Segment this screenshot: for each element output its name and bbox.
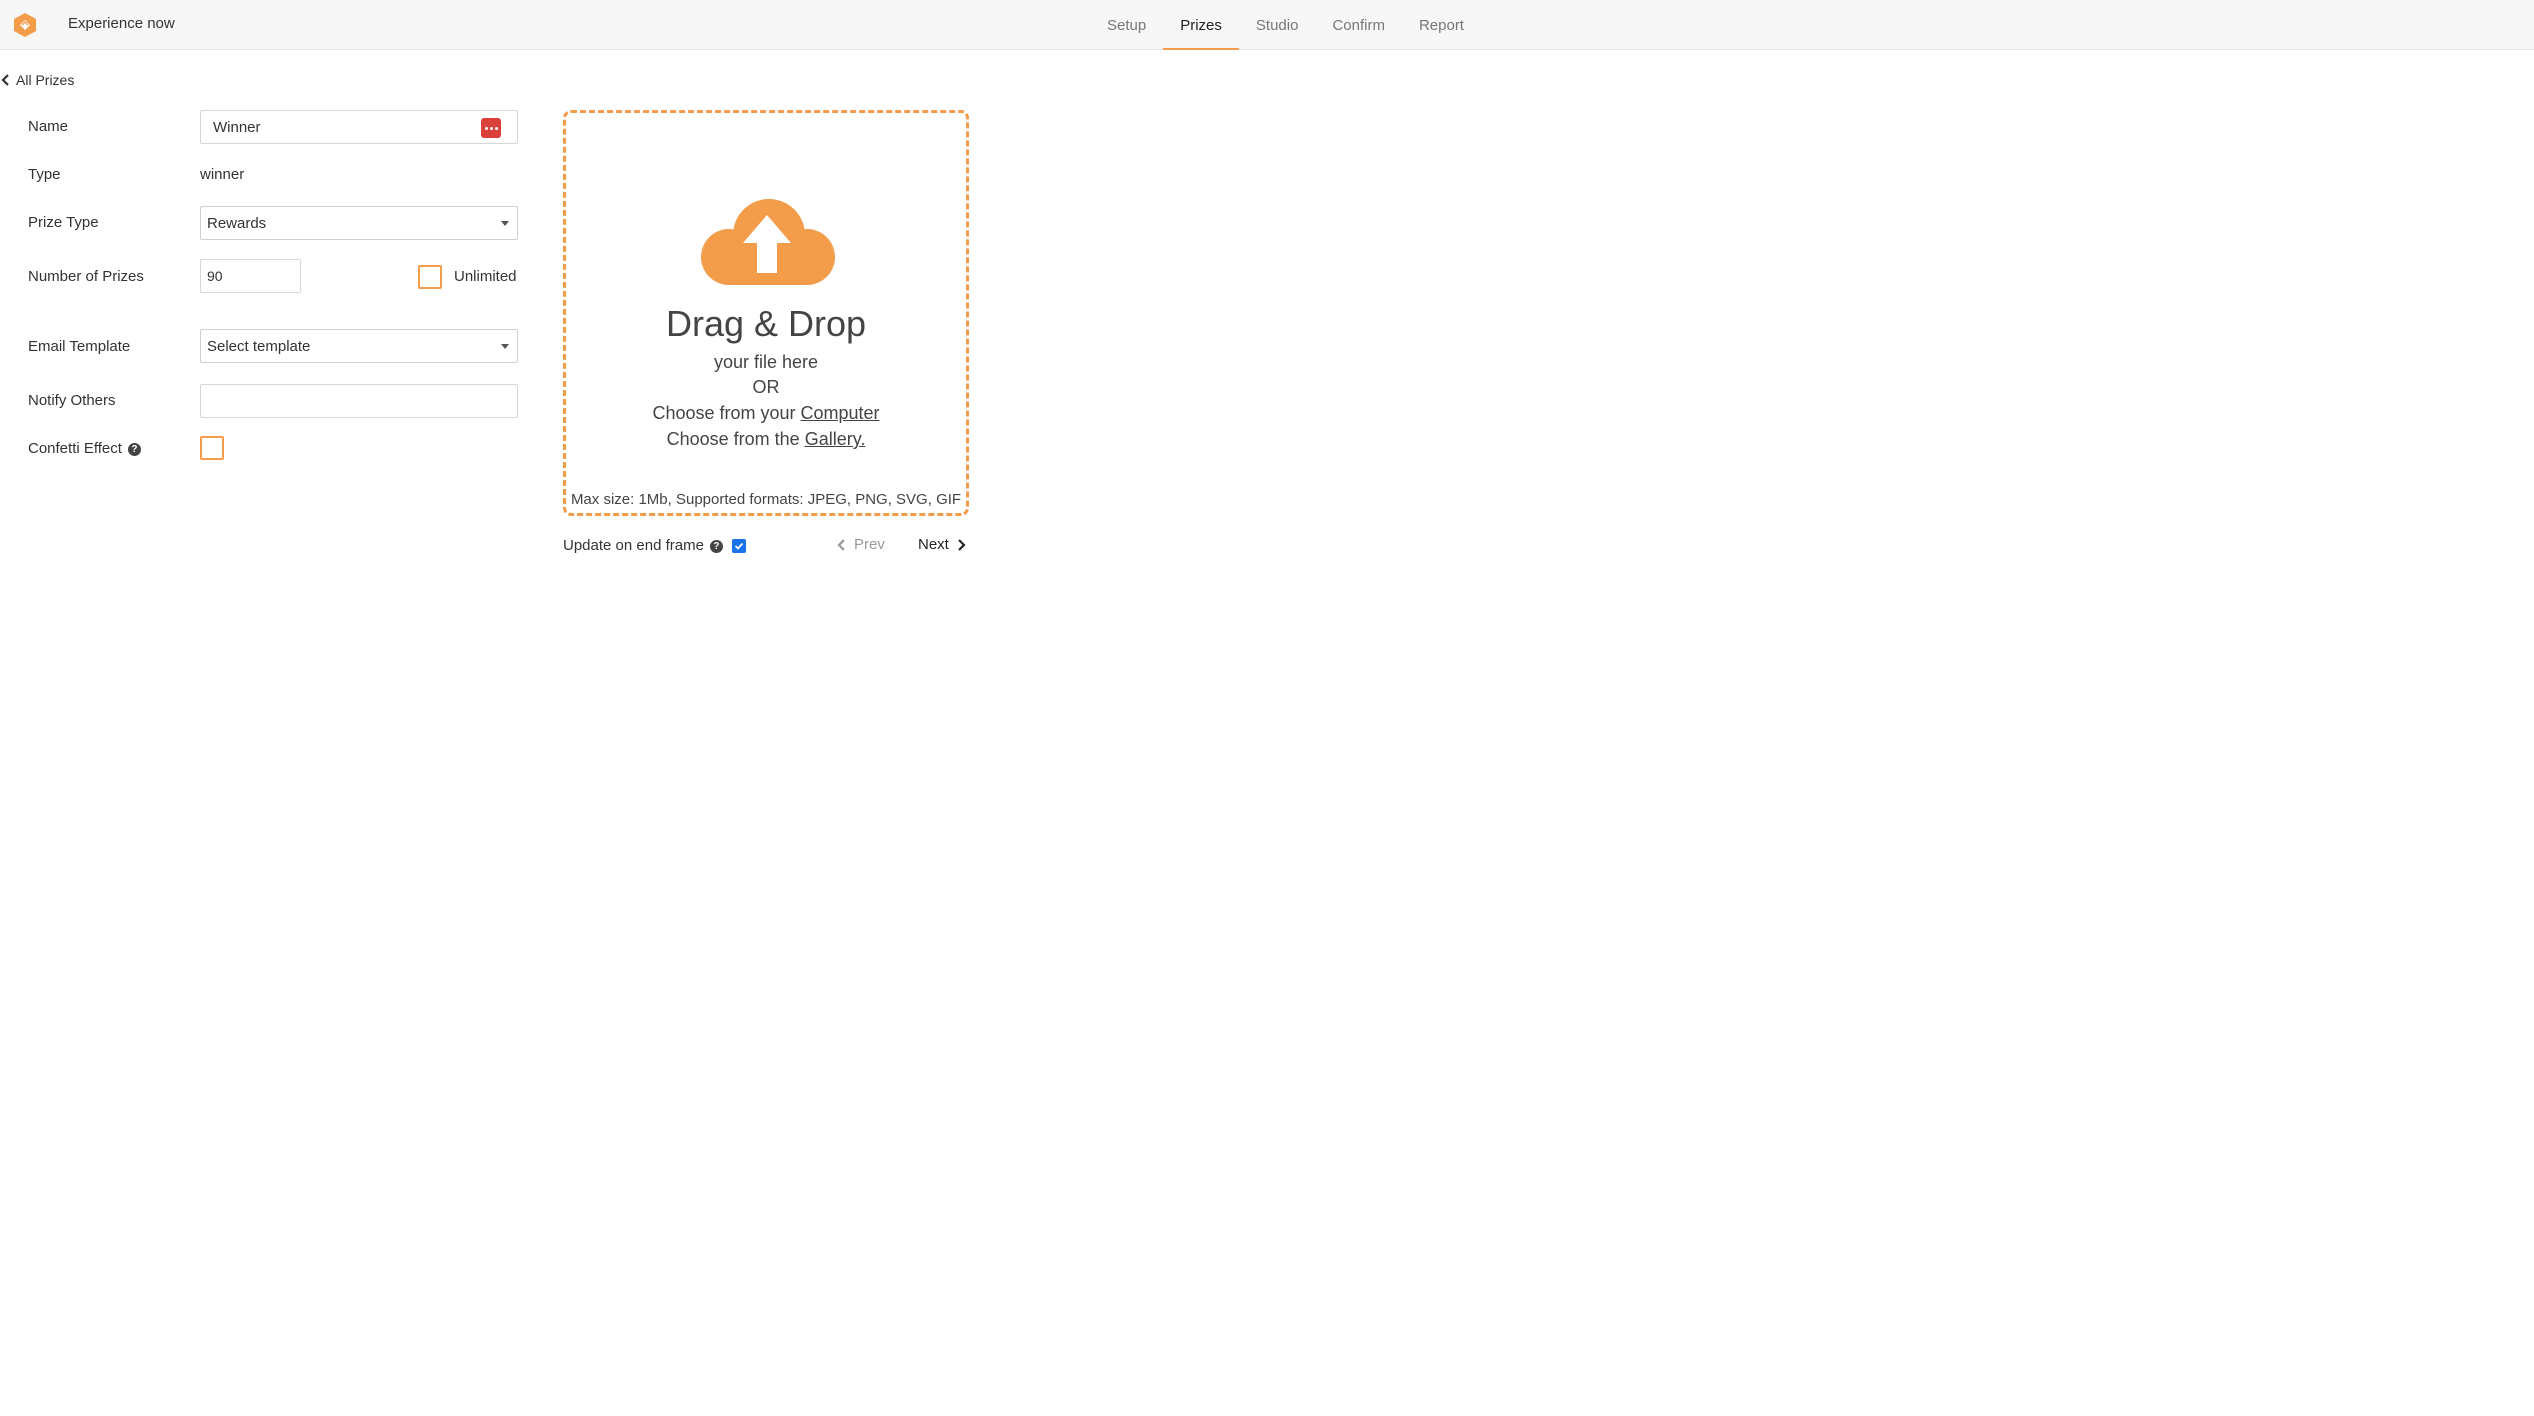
choose-computer-line: Choose from your Computer	[566, 403, 966, 424]
type-value: winner	[200, 166, 245, 183]
name-label: Name	[28, 118, 69, 135]
number-of-prizes-value: 90	[207, 268, 223, 284]
unlimited-label: Unlimited	[454, 268, 517, 285]
name-input-value: Winner	[213, 118, 261, 136]
unlimited-checkbox[interactable]	[418, 265, 442, 289]
email-template-value: Select template	[207, 337, 311, 355]
caret-down-icon	[501, 221, 509, 226]
all-prizes-link[interactable]: All Prizes	[0, 70, 74, 90]
choose-gallery-line: Choose from the Gallery.	[566, 429, 966, 450]
tab-prizes[interactable]: Prizes	[1163, 0, 1239, 50]
notify-others-label: Notify Others	[28, 392, 116, 409]
choose-gallery-prefix: Choose from the	[666, 429, 805, 449]
all-prizes-label: All Prizes	[16, 72, 75, 88]
help-icon[interactable]: ?	[709, 539, 723, 553]
main-tabs: Setup Prizes Studio Confirm Report	[1090, 0, 1481, 50]
chevron-right-icon	[958, 538, 966, 551]
chevron-left-icon	[1, 74, 9, 86]
choose-gallery-link[interactable]: Gallery.	[805, 429, 866, 449]
prize-type-value: Rewards	[207, 214, 267, 232]
name-input[interactable]: Winner	[200, 110, 518, 144]
tab-confirm[interactable]: Confirm	[1315, 0, 1402, 50]
tab-setup[interactable]: Setup	[1090, 0, 1163, 50]
dropzone-line-1: your file here	[713, 352, 819, 372]
update-end-frame-checkbox[interactable]	[732, 539, 746, 553]
number-of-prizes-input[interactable]: 90	[200, 259, 301, 293]
prev-button[interactable]: Prev	[836, 536, 885, 553]
check-icon	[734, 542, 744, 550]
prev-label: Prev	[854, 536, 885, 553]
confetti-effect-label: Confetti Effect?	[28, 440, 141, 457]
update-end-frame-label: Update on end frame?	[563, 537, 723, 554]
cloud-upload-icon	[701, 199, 835, 285]
tab-studio[interactable]: Studio	[1239, 0, 1316, 50]
email-template-select[interactable]: Select template	[200, 329, 518, 363]
dropzone-title: Drag & Drop	[665, 303, 867, 344]
confetti-effect-checkbox[interactable]	[200, 436, 224, 460]
number-of-prizes-label: Number of Prizes	[28, 268, 144, 285]
more-options-icon[interactable]	[481, 118, 501, 138]
top-bar: Experience now Setup Prizes Studio Confi…	[0, 0, 2534, 50]
next-label: Next	[918, 536, 949, 553]
prize-type-label: Prize Type	[28, 214, 99, 231]
choose-computer-prefix: Choose from your	[652, 403, 801, 423]
chevron-left-icon	[837, 538, 845, 551]
dropzone-line-or: OR	[752, 377, 780, 397]
tab-report[interactable]: Report	[1402, 0, 1481, 50]
dropzone-footer: Max size: 1Mb, Supported formats: JPEG, …	[570, 491, 962, 508]
next-button[interactable]: Next	[918, 536, 967, 553]
notify-others-input[interactable]	[200, 384, 518, 418]
prize-type-select[interactable]: Rewards	[200, 206, 518, 240]
app-title: Experience now	[68, 15, 175, 32]
confetti-effect-text: Confetti Effect	[28, 440, 122, 457]
caret-down-icon	[501, 344, 509, 349]
file-dropzone[interactable]: Drag & Drop your file here OR Choose fro…	[563, 110, 969, 516]
app-root: Experience now Setup Prizes Studio Confi…	[0, 0, 2534, 1416]
help-icon[interactable]: ?	[127, 442, 141, 456]
choose-computer-link[interactable]: Computer	[801, 403, 880, 423]
update-end-frame-text: Update on end frame	[563, 537, 704, 554]
email-template-label: Email Template	[28, 338, 131, 355]
type-label: Type	[28, 166, 61, 183]
app-logo-icon[interactable]	[12, 12, 38, 38]
